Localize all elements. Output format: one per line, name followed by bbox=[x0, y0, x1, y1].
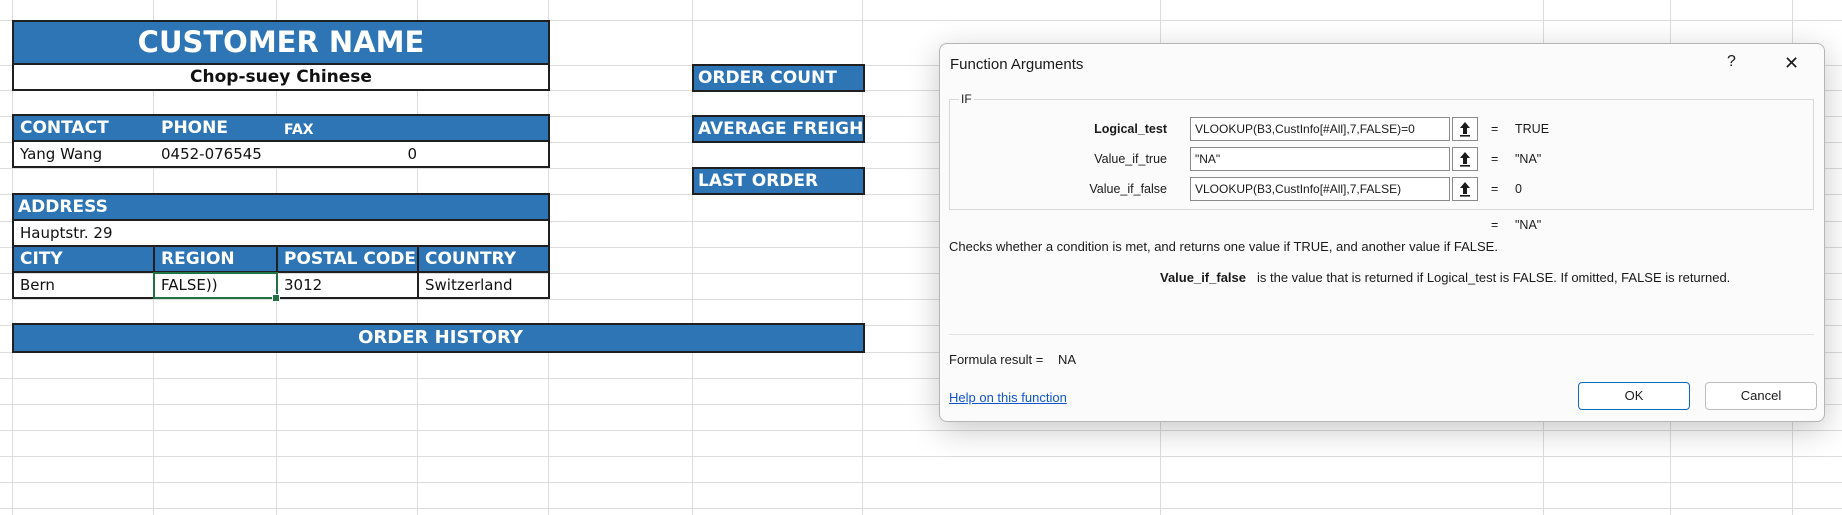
cancel-button[interactable]: Cancel bbox=[1705, 382, 1817, 410]
order-history-header[interactable]: ORDER HISTORY bbox=[12, 323, 865, 353]
fax-cell[interactable]: 0 bbox=[280, 143, 425, 165]
contact-header[interactable]: CONTACT bbox=[16, 117, 109, 139]
dialog-divider bbox=[949, 334, 1814, 335]
value-if-false-equals: = bbox=[1491, 182, 1499, 196]
order-count-header[interactable]: ORDER COUNT bbox=[692, 64, 865, 92]
region-header[interactable]: REGION bbox=[157, 248, 235, 270]
last-order-header[interactable]: LAST ORDER bbox=[692, 167, 865, 195]
customer-name-cell[interactable]: Chop-suey Chinese bbox=[12, 63, 550, 91]
fax-header[interactable]: FAX bbox=[280, 119, 314, 140]
logical-test-result: TRUE bbox=[1515, 122, 1550, 136]
location-header-band: CITY REGION POSTAL CODE COUNTRY bbox=[12, 245, 550, 273]
contact-cell[interactable]: Yang Wang bbox=[16, 143, 102, 165]
upload-arrow-icon bbox=[1460, 182, 1470, 197]
overall-equals: = bbox=[1491, 218, 1499, 232]
value-if-false-result: 0 bbox=[1515, 182, 1522, 196]
phone-cell[interactable]: 0452-076545 bbox=[157, 143, 262, 165]
argument-description-text: is the value that is returned if Logical… bbox=[1257, 270, 1731, 285]
function-arguments-dialog[interactable]: Function Arguments ? ✕ IF Logical_test V… bbox=[939, 43, 1825, 422]
overall-result: "NA" bbox=[1515, 218, 1542, 232]
dialog-title: Function Arguments bbox=[950, 56, 1084, 73]
average-freight-header[interactable]: AVERAGE FREIGHT bbox=[692, 115, 865, 143]
country-header[interactable]: COUNTRY bbox=[421, 248, 516, 270]
gridline bbox=[0, 508, 1842, 509]
logical-test-equals: = bbox=[1491, 122, 1499, 136]
address-header[interactable]: ADDRESS bbox=[12, 193, 550, 221]
gridline bbox=[0, 456, 1842, 457]
value-if-true-collapse-button[interactable] bbox=[1452, 147, 1478, 171]
customer-name-header[interactable]: CUSTOMER NAME bbox=[12, 20, 550, 65]
postal-code-cell[interactable]: 3012 bbox=[280, 274, 322, 296]
contact-header-band: CONTACT PHONE FAX bbox=[12, 114, 550, 142]
postal-code-header[interactable]: POSTAL CODE bbox=[280, 248, 416, 270]
location-values-row: Bern FALSE)) 3012 Switzerland bbox=[12, 271, 550, 299]
formula-result-value: NA bbox=[1058, 352, 1077, 367]
logical-test-input[interactable]: VLOOKUP(B3,CustInfo[#All],7,FALSE)=0 bbox=[1190, 117, 1450, 141]
upload-arrow-icon bbox=[1460, 122, 1470, 137]
country-cell[interactable]: Switzerland bbox=[421, 274, 513, 296]
gridline bbox=[0, 482, 1842, 483]
logical-test-label: Logical_test bbox=[1094, 122, 1167, 136]
upload-arrow-icon bbox=[1460, 152, 1470, 167]
gridline bbox=[0, 430, 1842, 431]
value-if-false-label: Value_if_false bbox=[1089, 182, 1167, 196]
argument-description-name: Value_if_false bbox=[1160, 270, 1246, 285]
value-if-true-result: "NA" bbox=[1515, 152, 1542, 166]
help-icon[interactable]: ? bbox=[1727, 53, 1736, 71]
close-icon[interactable]: ✕ bbox=[1784, 53, 1799, 74]
fill-handle[interactable] bbox=[272, 294, 280, 302]
function-name-label: IF bbox=[959, 92, 974, 106]
value-if-true-input[interactable]: "NA" bbox=[1190, 147, 1450, 171]
formula-result-label: Formula result = bbox=[949, 352, 1044, 367]
city-cell[interactable]: Bern bbox=[16, 274, 55, 296]
value-if-true-label: Value_if_true bbox=[1094, 152, 1167, 166]
help-on-function-link[interactable]: Help on this function bbox=[949, 390, 1067, 405]
active-cell-selection[interactable] bbox=[153, 272, 278, 299]
value-if-true-equals: = bbox=[1491, 152, 1499, 166]
logical-test-collapse-button[interactable] bbox=[1452, 117, 1478, 141]
city-header[interactable]: CITY bbox=[16, 248, 63, 270]
value-if-false-collapse-button[interactable] bbox=[1452, 177, 1478, 201]
address-cell[interactable]: Hauptstr. 29 bbox=[12, 219, 550, 247]
function-description: Checks whether a condition is met, and r… bbox=[949, 239, 1498, 254]
contact-values-row: Yang Wang 0452-076545 0 bbox=[12, 140, 550, 168]
phone-header[interactable]: PHONE bbox=[157, 117, 228, 139]
value-if-false-input[interactable]: VLOOKUP(B3,CustInfo[#All],7,FALSE) bbox=[1190, 177, 1450, 201]
ok-button[interactable]: OK bbox=[1578, 382, 1690, 410]
